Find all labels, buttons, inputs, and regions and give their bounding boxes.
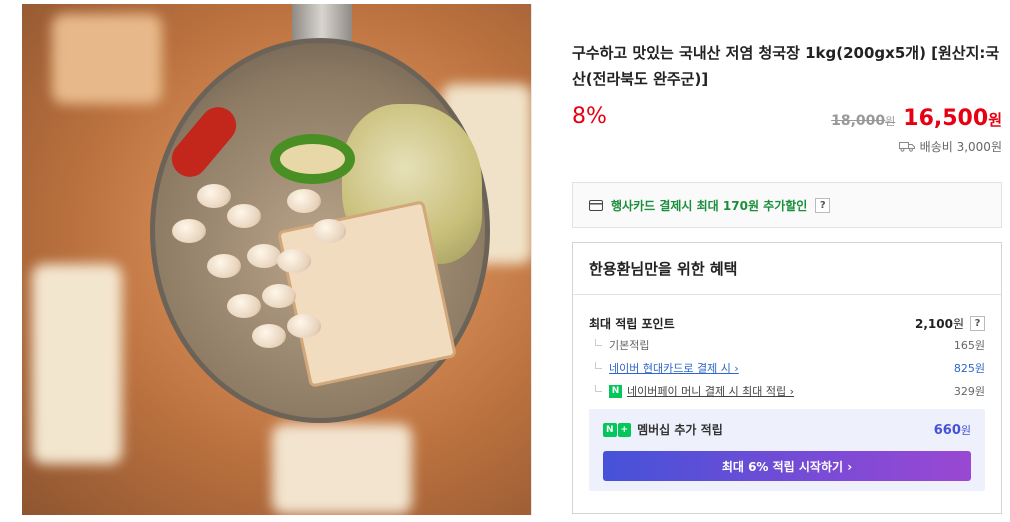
original-price: 18,000원 bbox=[831, 113, 895, 129]
sale-price: 16,500원 bbox=[903, 106, 1002, 131]
basic-points-value: 165원 bbox=[953, 339, 985, 352]
sale-price-value: 16,500 bbox=[903, 106, 989, 131]
start-membership-button[interactable]: 최대 6% 적립 시작하기 › bbox=[603, 451, 971, 481]
product-image bbox=[22, 4, 532, 515]
product-title: 구수하고 맛있는 국내산 저염 청국장 1kg(200gx5개) [원산지:국산… bbox=[572, 44, 1000, 88]
hyundai-card-points: 825원 bbox=[953, 362, 985, 375]
plus-badge: + bbox=[617, 422, 632, 437]
max-points-label: 최대 적립 포인트 bbox=[589, 317, 675, 331]
naverpay-points: 329원 bbox=[953, 385, 985, 398]
hyundai-card-link[interactable]: 네이버 현대카드로 결제 시 › bbox=[609, 360, 739, 376]
card-promo-help-button[interactable]: ? bbox=[815, 197, 831, 213]
truck-icon bbox=[898, 142, 915, 152]
max-points-help-button[interactable]: ? bbox=[970, 316, 985, 331]
basic-points-label: 기본적립 bbox=[589, 337, 649, 353]
max-points-row: 최대 적립 포인트 2,100원 ? bbox=[589, 315, 985, 332]
sale-price-unit: 원 bbox=[988, 111, 1002, 129]
membership-amount-unit: 원 bbox=[960, 423, 971, 437]
membership-label-group: N + 멤버십 추가 적립 bbox=[603, 421, 723, 438]
credit-card-icon bbox=[589, 199, 603, 211]
membership-amount-value: 660 bbox=[933, 422, 961, 438]
membership-box: N + 멤버십 추가 적립 660원 최대 6% 적립 시작하기 › bbox=[589, 409, 985, 491]
max-points-unit: 원 bbox=[952, 317, 964, 331]
card-promo-text: 행사카드 결제시 최대 170원 추가할인 bbox=[611, 198, 808, 213]
card-promo-banner[interactable]: 행사카드 결제시 최대 170원 추가할인 ? bbox=[572, 182, 1002, 228]
membership-label: 멤버십 추가 적립 bbox=[637, 423, 723, 437]
basic-points-row: 기본적립 165원 bbox=[589, 337, 985, 353]
original-price-value: 18,000 bbox=[831, 113, 886, 129]
benefit-panel: 한용환님만을 위한 혜택 최대 적립 포인트 2,100원 ? 기본적립 165… bbox=[572, 242, 1002, 514]
original-price-unit: 원 bbox=[885, 115, 896, 128]
membership-amount: 660원 bbox=[934, 422, 971, 438]
discount-rate: 8% bbox=[572, 104, 607, 129]
benefit-heading: 한용환님만을 위한 혜택 bbox=[573, 243, 1001, 295]
naver-n-badge: N bbox=[603, 422, 617, 437]
shipping-info: 배송비 3,000원 bbox=[898, 138, 1002, 155]
shipping-fee: 배송비 3,000원 bbox=[919, 140, 1002, 154]
max-points: 2,100원 ? bbox=[915, 315, 985, 332]
price-line: 18,000원 16,500원 bbox=[831, 106, 1002, 131]
max-points-value: 2,100 bbox=[914, 317, 953, 331]
naver-plus-icon: N + bbox=[603, 422, 632, 437]
naverpay-icon: N bbox=[609, 384, 622, 398]
naverpay-row: N 네이버페이 머니 결제 시 최대 적립 › 329원 bbox=[589, 383, 985, 399]
hyundai-card-row: 네이버 현대카드로 결제 시 › 825원 bbox=[589, 360, 985, 376]
naverpay-link[interactable]: 네이버페이 머니 결제 시 최대 적립 › bbox=[627, 383, 794, 399]
